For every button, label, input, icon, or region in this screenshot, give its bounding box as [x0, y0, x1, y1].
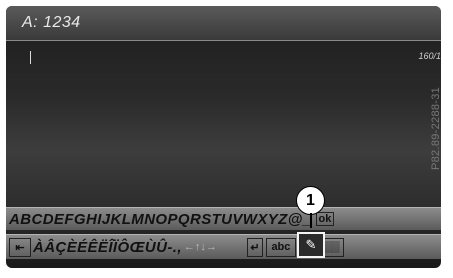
figure: A: 1234 160/1 ABCDEFGHIJKLMNOPQRSTUVWXYZ… [0, 0, 453, 278]
ok-button[interactable]: ok [315, 212, 335, 226]
character-counter: 160/1 [418, 51, 441, 61]
keyboard-row-special[interactable]: ⇤ ÀÂÇÈÉÊËÎÏÔŒÙÛ-., ←↑↓→ ↵ abc ... ▒▒ [6, 234, 441, 259]
edit-pencil-button[interactable]: ✎ [297, 232, 325, 258]
callout-leader-line [310, 213, 312, 228]
callout-marker: 1 [296, 186, 325, 215]
pencil-icon: ✎ [305, 237, 317, 252]
abc-button[interactable]: abc [265, 237, 296, 257]
head-unit-screen: A: 1234 160/1 ABCDEFGHIJKLMNOPQRSTUVWXYZ… [6, 6, 441, 268]
enter-button[interactable]: ↵ [246, 237, 263, 257]
back-icon[interactable]: ⇤ [9, 237, 31, 257]
accent-keys[interactable]: ÀÂÇÈÉÊËÎÏÔŒÙÛ-., [31, 239, 182, 256]
keyboard-row-letters[interactable]: ABCDEFGHIJKLMNOPQRSTUVWXYZ@_ ok [6, 207, 441, 230]
arrow-keys-icon[interactable]: ←↑↓→ [184, 241, 217, 253]
text-cursor [30, 51, 31, 64]
recipient-address: A: 1234 [22, 14, 81, 31]
letter-keys[interactable]: ABCDEFGHIJKLMNOPQRSTUVWXYZ@_ [6, 211, 312, 228]
figure-code: P82.89-2288-31 [430, 86, 442, 170]
header-bar: A: 1234 [6, 6, 441, 41]
